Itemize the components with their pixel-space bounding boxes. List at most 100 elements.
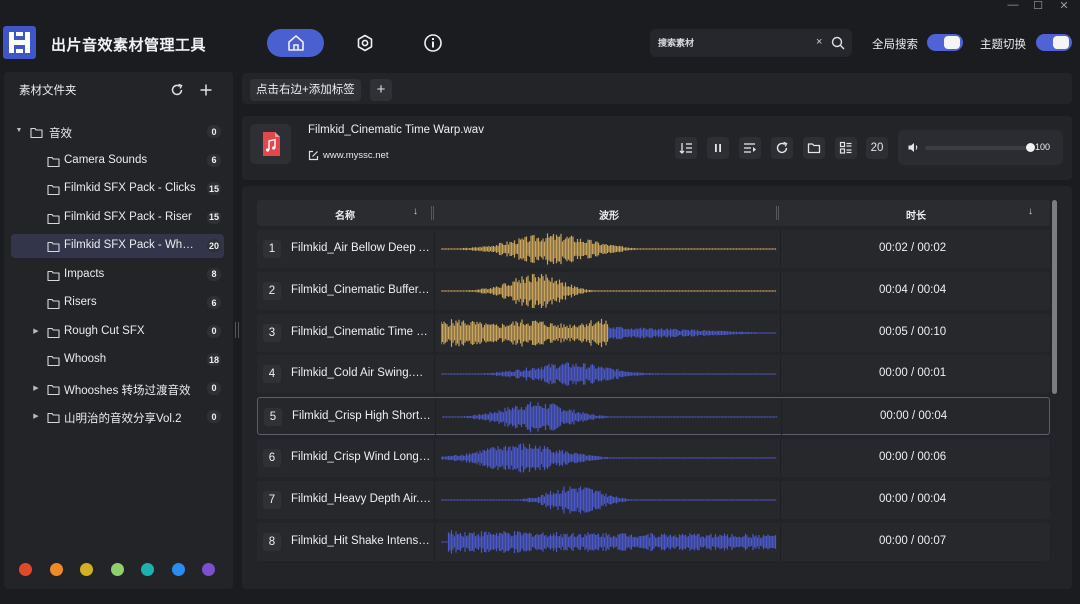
open-folder-button[interactable] bbox=[803, 137, 825, 159]
title-bar: 出片音效素材管理工具 — ☐ ✕ × 全局搜索 主题切换 bbox=[0, 0, 1080, 72]
row-waveform[interactable] bbox=[441, 525, 777, 559]
row-index: 8 bbox=[263, 532, 281, 551]
folder-label: Filmkid SFX Pack - Clicks bbox=[64, 182, 196, 194]
row-index: 6 bbox=[263, 449, 281, 467]
player-panel: Filmkid_Cinematic Time Warp.wav www.myss… bbox=[242, 116, 1072, 180]
file-source-link[interactable]: www.myssc.net bbox=[308, 150, 388, 161]
cell-divider bbox=[780, 355, 781, 394]
sidebar-folder-item[interactable]: Filmkid SFX Pack - Riser 15 bbox=[11, 206, 224, 230]
sidebar-folder-item[interactable]: ▼ 音效 0 bbox=[11, 120, 224, 144]
table-row[interactable]: 4 Filmkid_Cold Air Swing.wav 00:00 / 00:01 bbox=[257, 355, 1050, 394]
clear-search-icon[interactable]: × bbox=[816, 36, 822, 48]
column-duration-header[interactable]: 时长 bbox=[906, 207, 926, 222]
folder-count-badge: 0 bbox=[207, 324, 221, 338]
sidebar-folder-item[interactable]: Whoosh 18 bbox=[11, 348, 224, 372]
color-tag-dot[interactable] bbox=[49, 563, 63, 576]
expand-right-icon[interactable]: ▶ bbox=[31, 327, 41, 335]
folder-icon bbox=[47, 212, 60, 230]
expand-down-icon[interactable]: ▼ bbox=[14, 127, 24, 134]
add-tag-hint[interactable]: 点击右边+添加标签 bbox=[250, 79, 361, 101]
expand-right-icon[interactable]: ▶ bbox=[31, 384, 41, 392]
table-row[interactable]: 6 Filmkid_Crisp Wind Long.wav 00:00 / 00:0… bbox=[257, 439, 1050, 477]
sound-list: 名称 ↓ 波形 时长 ↓ 1 Filmkid_Air Bellow Deep Ai… bbox=[242, 186, 1072, 589]
row-duration: 00:02 / 00:02 bbox=[879, 242, 947, 254]
sort-list-button[interactable] bbox=[675, 137, 697, 159]
row-duration: 00:00 / 00:01 bbox=[879, 367, 947, 380]
cell-divider bbox=[780, 522, 781, 561]
row-waveform[interactable] bbox=[442, 400, 778, 434]
table-header: 名称 ↓ 波形 时长 ↓ bbox=[257, 200, 1050, 226]
sidebar-folder-item[interactable]: Risers 6 bbox=[11, 291, 224, 315]
column-resize-handle[interactable] bbox=[431, 206, 434, 220]
volume-icon[interactable] bbox=[907, 141, 920, 154]
color-tag-dot[interactable] bbox=[202, 563, 215, 576]
home-button[interactable] bbox=[267, 29, 324, 57]
search-box[interactable]: × bbox=[650, 29, 852, 57]
sidebar-folder-item[interactable]: Filmkid SFX Pack - Whoosh 20 bbox=[11, 234, 224, 258]
table-row[interactable]: 2 Filmkid_Cinematic Buffer.wav 00:04 / 00:… bbox=[257, 271, 1050, 310]
color-tag-dot[interactable] bbox=[19, 563, 32, 576]
sidebar-folder-item[interactable]: Filmkid SFX Pack - Clicks 15 bbox=[11, 177, 224, 201]
row-file-name: Filmkid_Cold Air Swing.wav bbox=[291, 367, 431, 380]
row-waveform[interactable] bbox=[441, 316, 777, 350]
column-resize-handle[interactable] bbox=[776, 206, 779, 220]
folder-icon bbox=[30, 126, 43, 144]
row-waveform[interactable] bbox=[441, 232, 777, 266]
row-waveform[interactable] bbox=[441, 441, 777, 475]
loop-button[interactable] bbox=[771, 137, 793, 159]
table-row[interactable]: 3 Filmkid_Cinematic Time Warp.wav 00:05 / … bbox=[257, 313, 1050, 352]
theme-switch-toggle[interactable] bbox=[1036, 34, 1072, 51]
folder-count-badge: 15 bbox=[206, 182, 221, 195]
sidebar-folder-item[interactable]: ▶ Whooshes 转场过渡音效 0 bbox=[11, 377, 224, 401]
row-waveform[interactable] bbox=[441, 357, 777, 391]
row-index: 5 bbox=[264, 408, 282, 427]
close-window-button[interactable]: ✕ bbox=[1052, 0, 1076, 12]
global-search-toggle[interactable] bbox=[927, 34, 963, 51]
count-badge-button[interactable]: 20 bbox=[866, 137, 888, 159]
search-icon[interactable] bbox=[831, 36, 845, 50]
sidebar-folder-item[interactable]: ▶ 山明治的音效分享Vol.2 0 bbox=[11, 405, 224, 429]
volume-slider-track[interactable] bbox=[925, 146, 1033, 150]
row-waveform[interactable] bbox=[441, 273, 777, 308]
sidebar-folder-item[interactable]: Camera Sounds 6 bbox=[11, 149, 224, 173]
add-tag-button[interactable]: + bbox=[370, 79, 392, 101]
pause-icon bbox=[715, 144, 721, 152]
add-folder-icon[interactable] bbox=[199, 83, 213, 97]
info-icon bbox=[423, 34, 442, 52]
pause-button[interactable] bbox=[707, 137, 729, 159]
color-tag-dot[interactable] bbox=[171, 563, 185, 576]
row-duration: 00:00 / 00:07 bbox=[879, 534, 947, 547]
color-tag-dot[interactable] bbox=[141, 563, 154, 576]
view-mode-button[interactable] bbox=[835, 137, 857, 159]
sort-order-icon bbox=[679, 143, 692, 154]
search-input[interactable] bbox=[658, 36, 808, 50]
folder-icon bbox=[47, 411, 60, 429]
sidebar-folder-item[interactable]: ▶ Rough Cut SFX 0 bbox=[11, 320, 224, 344]
volume-slider-thumb[interactable] bbox=[1026, 143, 1035, 152]
playlist-button[interactable] bbox=[739, 137, 761, 159]
refresh-icon[interactable] bbox=[170, 83, 184, 97]
row-duration: 00:00 / 00:06 bbox=[879, 451, 947, 463]
cell-divider bbox=[434, 230, 435, 268]
table-row[interactable]: 7 Filmkid_Heavy Depth Air.wav 00:00 / 00:0… bbox=[257, 480, 1050, 519]
table-row[interactable]: 8 Filmkid_Hit Shake Intense.wav 00:00 / 00… bbox=[257, 522, 1050, 561]
folder-label: Whoosh bbox=[64, 353, 107, 365]
sidebar-folder-item[interactable]: Impacts 8 bbox=[11, 263, 224, 287]
table-row[interactable]: 5 Filmkid_Crisp High Short.wav 00:00 / 00:… bbox=[257, 397, 1050, 437]
maximize-button[interactable]: ☐ bbox=[1026, 0, 1050, 12]
column-name-header[interactable]: 名称 bbox=[335, 207, 355, 222]
settings-button[interactable] bbox=[336, 29, 393, 57]
row-waveform[interactable] bbox=[441, 483, 777, 517]
sort-duration-icon[interactable]: ↓ bbox=[1028, 206, 1033, 217]
table-row[interactable]: 1 Filmkid_Air Bellow Deep Airy.wav 00:02 /… bbox=[257, 230, 1050, 268]
sidebar-resize-handle[interactable] bbox=[235, 322, 239, 338]
folder-label: Risers bbox=[64, 296, 97, 308]
expand-right-icon[interactable]: ▶ bbox=[31, 412, 41, 420]
row-file-name: Filmkid_Crisp Wind Long.wav bbox=[291, 451, 431, 463]
color-tag-dot[interactable] bbox=[80, 563, 93, 576]
color-tag-dot[interactable] bbox=[110, 563, 124, 576]
minimize-button[interactable]: — bbox=[1001, 0, 1025, 11]
vertical-scrollbar[interactable] bbox=[1052, 200, 1057, 394]
info-button[interactable] bbox=[404, 29, 461, 57]
sort-name-icon[interactable]: ↓ bbox=[413, 206, 418, 217]
